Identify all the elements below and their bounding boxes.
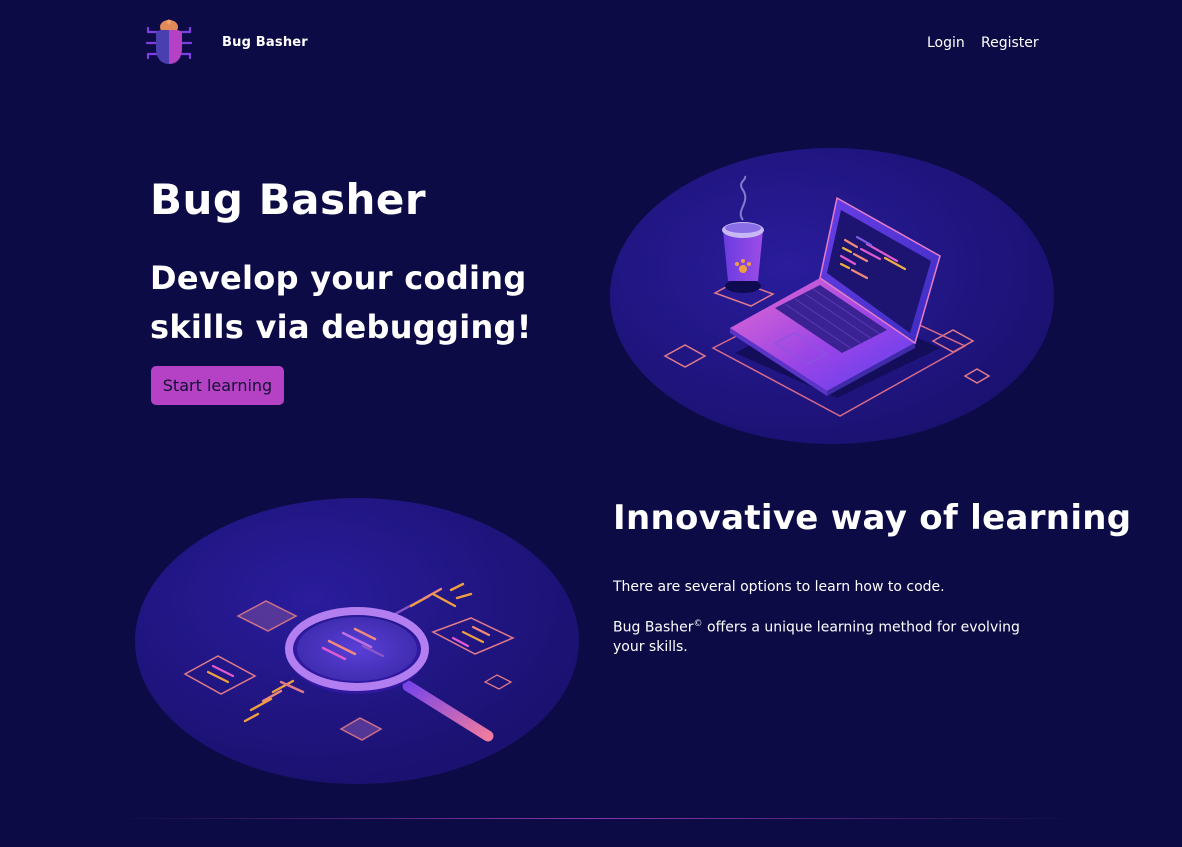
login-link[interactable]: Login: [927, 35, 965, 51]
site-header: Bug Basher Login Register: [0, 0, 1182, 90]
start-learning-button[interactable]: Start learning: [151, 366, 284, 405]
brand-inline: Bug Basher: [613, 619, 694, 636]
laptop-code-illustration: [610, 148, 1054, 444]
feature-paragraph-1: There are several options to learn how t…: [613, 579, 945, 595]
brand-name[interactable]: Bug Basher: [222, 35, 308, 50]
copyright-mark: ©: [693, 619, 703, 629]
feature-paragraph-2: Bug Basher© offers a unique learning met…: [613, 615, 1053, 657]
magnifier-code-illustration: [135, 498, 579, 784]
bug-logo-icon[interactable]: [145, 18, 193, 66]
hero-title: Bug Basher: [150, 175, 427, 224]
hero-subtitle: Develop your coding skills via debugging…: [150, 259, 532, 346]
feature-title: Innovative way of learning: [613, 498, 1132, 538]
register-link[interactable]: Register: [981, 35, 1039, 51]
footer-divider: [110, 818, 1080, 819]
